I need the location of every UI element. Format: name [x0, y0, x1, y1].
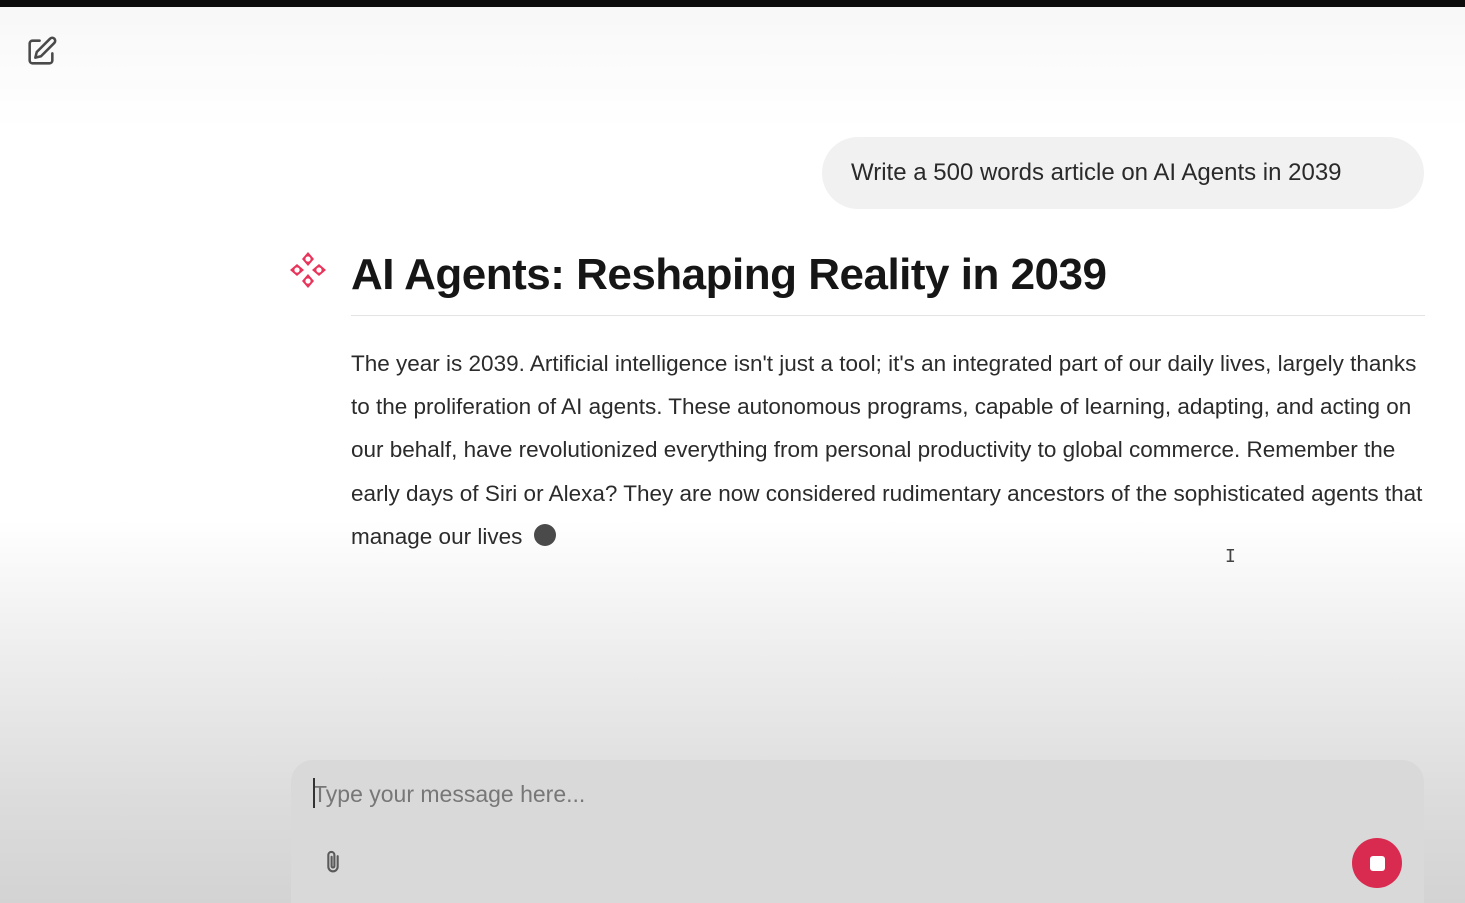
message-composer	[291, 760, 1424, 903]
stop-generation-button[interactable]	[1352, 838, 1402, 888]
article-title: AI Agents: Reshaping Reality in 2039	[351, 250, 1107, 299]
typing-indicator-dot	[534, 523, 557, 546]
assistant-avatar	[288, 250, 328, 290]
user-message-text: Write a 500 words article on AI Agents i…	[851, 159, 1342, 186]
user-message-bubble: Write a 500 words article on AI Agents i…	[822, 137, 1424, 209]
paperclip-icon	[319, 846, 347, 883]
article-body: The year is 2039. Artificial intelligenc…	[351, 342, 1431, 558]
input-caret	[313, 778, 315, 808]
stop-icon	[1369, 855, 1385, 871]
sparkle-icon	[288, 252, 328, 294]
message-input[interactable]	[313, 776, 1313, 812]
mouse-ibeam-cursor-icon: I	[1225, 546, 1236, 567]
attach-file-button[interactable]	[315, 844, 351, 884]
title-divider	[351, 315, 1425, 316]
edit-square-icon	[24, 35, 58, 74]
window-top-bar	[0, 0, 1465, 7]
article-body-text: The year is 2039. Artificial intelligenc…	[351, 351, 1423, 549]
new-chat-button[interactable]	[22, 35, 60, 73]
